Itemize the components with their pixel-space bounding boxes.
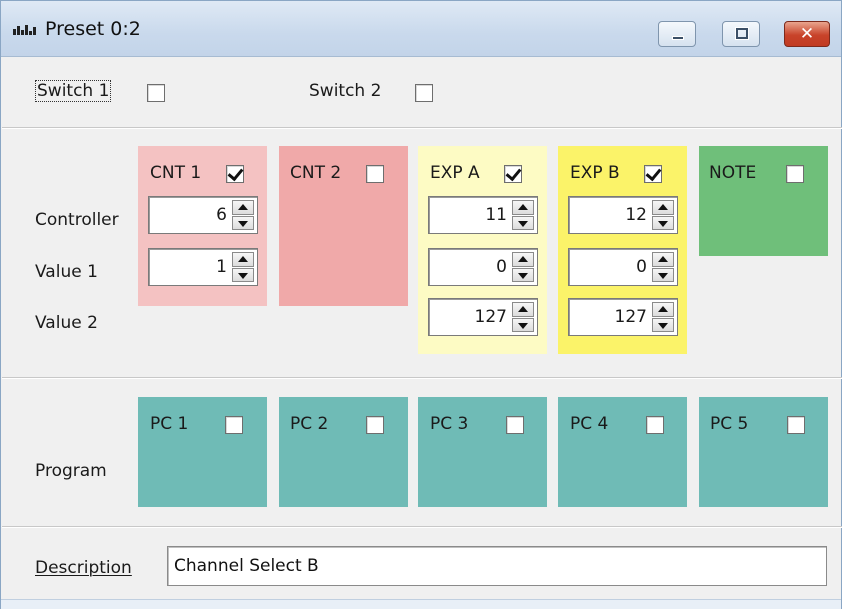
exp-b-checkbox[interactable] bbox=[644, 165, 662, 183]
description-input[interactable] bbox=[167, 546, 827, 586]
pc3-checkbox[interactable] bbox=[506, 416, 524, 434]
spin-down-icon[interactable] bbox=[232, 267, 254, 282]
exp-b-value2-value: 127 bbox=[614, 307, 647, 327]
pc5-label: PC 5 bbox=[710, 414, 749, 434]
exp-a-value2-value: 127 bbox=[474, 307, 507, 327]
maximize-button[interactable] bbox=[722, 21, 760, 47]
pc2-label: PC 2 bbox=[290, 414, 329, 434]
pc3-label: PC 3 bbox=[430, 414, 469, 434]
description-label: Description bbox=[35, 558, 132, 578]
cnt1-controller-value: 6 bbox=[216, 205, 227, 225]
note-panel: NOTE bbox=[699, 146, 828, 256]
note-checkbox[interactable] bbox=[786, 165, 804, 183]
exp-a-controller-spinner[interactable]: 11 bbox=[428, 196, 538, 234]
exp-b-controller-value: 12 bbox=[625, 205, 647, 225]
spin-down-icon[interactable] bbox=[652, 317, 674, 332]
switch-2-checkbox[interactable] bbox=[415, 84, 433, 102]
window-bottom-border bbox=[1, 599, 841, 609]
switch-1-checkbox[interactable] bbox=[147, 84, 165, 102]
pc2-panel: PC 2 bbox=[279, 397, 408, 507]
exp-a-value1-value: 0 bbox=[496, 257, 507, 277]
spin-up-icon[interactable] bbox=[652, 200, 674, 215]
cnt2-panel: CNT 2 bbox=[279, 146, 408, 306]
preset-window: Preset 0:2 ✕ Switch 1 Switch 2 Controlle… bbox=[0, 0, 842, 609]
pc1-checkbox[interactable] bbox=[225, 416, 243, 434]
pc4-panel: PC 4 bbox=[558, 397, 687, 507]
title-bar[interactable]: Preset 0:2 ✕ bbox=[1, 1, 841, 57]
spin-up-icon[interactable] bbox=[652, 252, 674, 267]
cnt2-checkbox[interactable] bbox=[366, 165, 384, 183]
controller-row-label: Controller bbox=[35, 210, 119, 230]
exp-b-value2-spinner[interactable]: 127 bbox=[568, 298, 678, 336]
pc4-label: PC 4 bbox=[570, 414, 609, 434]
cnt1-label: CNT 1 bbox=[150, 163, 202, 183]
cnt1-panel: CNT 1 6 1 bbox=[138, 146, 267, 306]
pc2-checkbox[interactable] bbox=[366, 416, 384, 434]
pc5-panel: PC 5 bbox=[699, 397, 828, 507]
spin-up-icon[interactable] bbox=[232, 252, 254, 267]
exp-b-value1-spinner[interactable]: 0 bbox=[568, 248, 678, 286]
spin-up-icon[interactable] bbox=[232, 200, 254, 215]
spin-up-icon[interactable] bbox=[512, 200, 534, 215]
exp-a-controller-value: 11 bbox=[485, 205, 507, 225]
exp-b-panel: EXP B 12 0 127 bbox=[558, 146, 687, 354]
spin-down-icon[interactable] bbox=[512, 215, 534, 230]
cnt1-controller-spinner[interactable]: 6 bbox=[148, 196, 258, 234]
maximize-icon bbox=[735, 27, 749, 40]
minimize-button[interactable] bbox=[658, 21, 696, 47]
spin-up-icon[interactable] bbox=[652, 302, 674, 317]
pc3-panel: PC 3 bbox=[418, 397, 547, 507]
close-button[interactable]: ✕ bbox=[784, 21, 830, 47]
spin-down-icon[interactable] bbox=[652, 267, 674, 282]
exp-a-panel: EXP A 11 0 127 bbox=[418, 146, 547, 354]
exp-a-value2-spinner[interactable]: 127 bbox=[428, 298, 538, 336]
spin-down-icon[interactable] bbox=[652, 215, 674, 230]
cnt1-value1-spinner[interactable]: 1 bbox=[148, 248, 258, 286]
switch-1-label[interactable]: Switch 1 bbox=[35, 80, 112, 102]
exp-a-checkbox[interactable] bbox=[504, 165, 522, 183]
separator bbox=[2, 526, 842, 528]
exp-a-value1-spinner[interactable]: 0 bbox=[428, 248, 538, 286]
spin-down-icon[interactable] bbox=[232, 215, 254, 230]
note-label: NOTE bbox=[709, 163, 757, 183]
program-row-label: Program bbox=[35, 461, 107, 481]
cnt1-checkbox[interactable] bbox=[226, 165, 244, 183]
close-icon: ✕ bbox=[799, 24, 815, 44]
exp-b-controller-spinner[interactable]: 12 bbox=[568, 196, 678, 234]
exp-b-label: EXP B bbox=[570, 163, 620, 183]
pc4-checkbox[interactable] bbox=[646, 416, 664, 434]
separator bbox=[2, 377, 842, 379]
switch-2-label[interactable]: Switch 2 bbox=[309, 81, 381, 101]
exp-b-value1-value: 0 bbox=[636, 257, 647, 277]
value2-row-label: Value 2 bbox=[35, 313, 98, 333]
value1-row-label: Value 1 bbox=[35, 262, 98, 282]
app-icon bbox=[13, 23, 39, 35]
separator bbox=[2, 127, 842, 129]
cnt1-value1-value: 1 bbox=[216, 257, 227, 277]
pc5-checkbox[interactable] bbox=[787, 416, 805, 434]
spin-down-icon[interactable] bbox=[512, 317, 534, 332]
spin-up-icon[interactable] bbox=[512, 252, 534, 267]
window-title: Preset 0:2 bbox=[45, 18, 141, 40]
spin-down-icon[interactable] bbox=[512, 267, 534, 282]
pc1-panel: PC 1 bbox=[138, 397, 267, 507]
cnt2-label: CNT 2 bbox=[290, 163, 342, 183]
spin-up-icon[interactable] bbox=[512, 302, 534, 317]
exp-a-label: EXP A bbox=[430, 163, 480, 183]
pc1-label: PC 1 bbox=[150, 414, 189, 434]
minimize-icon bbox=[672, 36, 684, 40]
